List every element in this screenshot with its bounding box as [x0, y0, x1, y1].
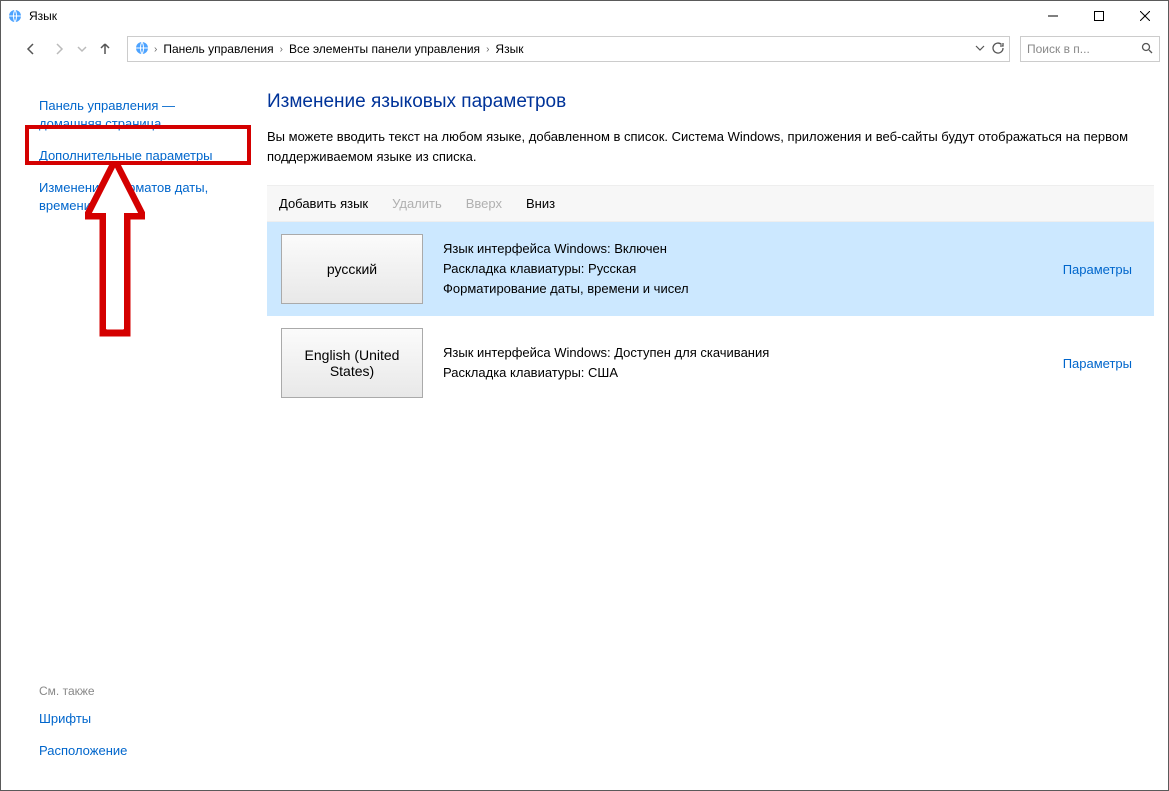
address-box[interactable]: › Панель управления › Все элементы панел…: [127, 36, 1010, 62]
toolbar-remove[interactable]: Удалить: [392, 196, 442, 211]
language-detail-line: Раскладка клавиатуры: США: [443, 363, 1043, 383]
window: Язык › Панель управления › Все элементы …: [0, 0, 1169, 791]
sidebar-link-advanced[interactable]: Дополнительные параметры: [1, 145, 249, 169]
address-icon: [134, 40, 150, 59]
language-detail-line: Форматирование даты, времени и чисел: [443, 279, 1043, 299]
chevron-right-icon: ›: [484, 44, 491, 55]
sidebar-link-location[interactable]: Расположение: [1, 740, 249, 764]
language-details: Язык интерфейса Windows: Включен Расклад…: [443, 239, 1043, 299]
breadcrumb-item[interactable]: Все элементы панели управления: [285, 42, 484, 56]
language-options-link[interactable]: Параметры: [1063, 356, 1140, 371]
breadcrumb-item[interactable]: Панель управления: [159, 42, 277, 56]
body: Панель управления — домашняя страница До…: [1, 67, 1168, 788]
up-button[interactable]: [93, 37, 117, 61]
search-icon: [1141, 42, 1153, 57]
see-also-label: См. также: [1, 682, 249, 704]
language-detail-line: Язык интерфейса Windows: Включен: [443, 239, 1043, 259]
language-tile[interactable]: русский: [281, 234, 423, 304]
toolbar: Добавить язык Удалить Вверх Вниз: [267, 185, 1154, 222]
language-details: Язык интерфейса Windows: Доступен для ск…: [443, 343, 1043, 383]
back-button[interactable]: [19, 37, 43, 61]
toolbar-move-down[interactable]: Вниз: [526, 196, 555, 211]
chevron-down-icon[interactable]: [975, 42, 985, 56]
toolbar-add-language[interactable]: Добавить язык: [279, 196, 368, 211]
language-row[interactable]: English (United States) Язык интерфейса …: [267, 316, 1154, 410]
close-button[interactable]: [1122, 1, 1168, 31]
app-icon: [7, 8, 23, 24]
forward-button[interactable]: [47, 37, 71, 61]
sidebar-link-fonts[interactable]: Шрифты: [1, 708, 249, 732]
sidebar: Панель управления — домашняя страница До…: [1, 67, 249, 788]
sidebar-link-home[interactable]: Панель управления — домашняя страница: [1, 95, 249, 137]
language-detail-line: Раскладка клавиатуры: Русская: [443, 259, 1043, 279]
chevron-right-icon: ›: [152, 44, 159, 55]
main-content: Изменение языковых параметров Вы можете …: [249, 67, 1168, 788]
window-title: Язык: [29, 9, 57, 23]
toolbar-move-up[interactable]: Вверх: [466, 196, 502, 211]
minimize-button[interactable]: [1030, 1, 1076, 31]
breadcrumb-item[interactable]: Язык: [491, 42, 527, 56]
address-row: › Панель управления › Все элементы панел…: [1, 31, 1168, 67]
window-controls: [1030, 1, 1168, 31]
recent-dropdown[interactable]: [75, 37, 89, 61]
page-heading: Изменение языковых параметров: [267, 91, 1154, 113]
search-input[interactable]: Поиск в п...: [1020, 36, 1160, 62]
language-detail-line: Язык интерфейса Windows: Доступен для ск…: [443, 343, 1043, 363]
maximize-button[interactable]: [1076, 1, 1122, 31]
language-tile[interactable]: English (United States): [281, 328, 423, 398]
language-list: русский Язык интерфейса Windows: Включен…: [267, 222, 1154, 410]
language-options-link[interactable]: Параметры: [1063, 262, 1140, 277]
page-description: Вы можете вводить текст на любом языке, …: [267, 127, 1154, 167]
chevron-right-icon: ›: [278, 44, 285, 55]
language-row[interactable]: русский Язык интерфейса Windows: Включен…: [267, 222, 1154, 316]
titlebar: Язык: [1, 1, 1168, 31]
refresh-button[interactable]: [991, 41, 1005, 58]
search-placeholder: Поиск в п...: [1027, 42, 1090, 56]
sidebar-link-datetime[interactable]: Изменение форматов даты, времени и чисел: [1, 177, 249, 219]
